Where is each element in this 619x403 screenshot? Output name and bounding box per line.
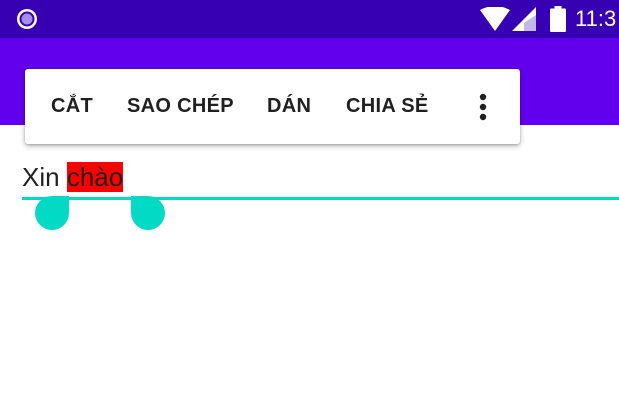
copy-button[interactable]: SAO CHÉP xyxy=(127,69,234,144)
more-vert-icon[interactable] xyxy=(473,93,493,121)
text-selection-toolbar: CẮT SAO CHÉP DÁN CHIA SẺ xyxy=(25,69,520,144)
wifi-icon xyxy=(480,7,510,31)
edit-text-underline xyxy=(22,197,619,200)
battery-icon xyxy=(550,6,566,32)
status-bar: 11:3 xyxy=(0,0,619,38)
cell-signal-icon xyxy=(512,7,536,31)
status-time: 11:3 xyxy=(575,6,617,31)
selection-end-handle[interactable] xyxy=(131,196,165,230)
edit-text-content[interactable]: Xin chào xyxy=(22,159,124,195)
paste-button[interactable]: DÁN xyxy=(267,69,311,144)
selected-text[interactable]: chào xyxy=(66,162,124,192)
app-notification-icon xyxy=(17,9,37,29)
share-button[interactable]: CHIA SẺ xyxy=(346,69,428,144)
edit-text-unselected: Xin xyxy=(22,162,67,192)
edit-text-field[interactable]: Xin chào xyxy=(22,159,619,201)
selection-start-handle[interactable] xyxy=(35,196,69,230)
status-icons: 11:3 xyxy=(480,0,619,38)
cut-button[interactable]: CẮT xyxy=(51,69,93,144)
